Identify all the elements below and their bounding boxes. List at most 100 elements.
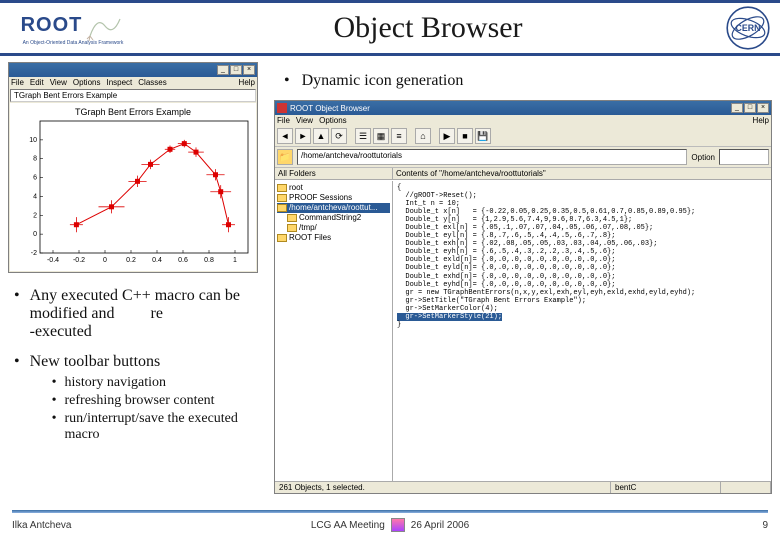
menu-inspect[interactable]: Inspect — [106, 78, 132, 87]
graph-window: _ □ × File Edit View Options Inspect Cla… — [8, 62, 258, 273]
folder-icon: 📁 — [277, 149, 293, 165]
slide-footer: Ilka Antcheva LCG AA Meeting 26 April 20… — [0, 510, 780, 540]
tree-item[interactable]: /home/antcheva/roottut... — [277, 203, 390, 213]
forward-button[interactable]: ► — [295, 128, 311, 144]
svg-text:0.2: 0.2 — [126, 257, 136, 264]
bullet-dynamic-icon: Dynamic icon generation — [284, 72, 772, 90]
svg-text:0.6: 0.6 — [178, 257, 188, 264]
folder-icon — [287, 214, 297, 222]
tree-item[interactable]: PROOF Sessions — [277, 193, 390, 203]
svg-text:TGraph Bent Errors Example: TGraph Bent Errors Example — [75, 107, 191, 117]
object-browser-window: ROOT Object Browser _ □ × File View Opti… — [274, 100, 772, 494]
home-icon[interactable]: ⌂ — [415, 128, 431, 144]
menu-classes[interactable]: Classes — [138, 78, 166, 87]
content-pane-header: Contents of "/home/antcheva/roottutorial… — [393, 168, 771, 179]
maximize-icon[interactable]: □ — [744, 103, 756, 113]
close-icon[interactable]: × — [757, 103, 769, 113]
footer-date: 26 April 2006 — [411, 520, 469, 531]
tree-pane-header: All Folders — [275, 168, 393, 179]
address-input[interactable]: /home/antcheva/roottutorials — [297, 149, 687, 165]
footer-meeting: LCG AA Meeting — [311, 520, 385, 531]
svg-text:CERN: CERN — [736, 23, 761, 33]
slide-header: ROOT An Object-Oriented Data Analysis Fr… — [0, 0, 780, 56]
icon-view-icon[interactable]: ▦ — [373, 128, 389, 144]
subbullet-history: history navigation — [52, 375, 266, 391]
graph-menubar: File Edit View Options Inspect Classes H… — [9, 77, 257, 88]
maximize-icon[interactable]: □ — [230, 65, 242, 75]
footer-author: Ilka Antcheva — [12, 520, 264, 531]
option-input[interactable] — [719, 149, 769, 165]
page-title: Object Browser — [140, 11, 716, 45]
menu-file[interactable]: File — [277, 116, 290, 125]
refresh-button[interactable]: ⟳ — [331, 128, 347, 144]
menu-view[interactable]: View — [296, 116, 313, 125]
folder-tree[interactable]: rootPROOF Sessions/home/antcheva/roottut… — [275, 181, 393, 481]
browser-titlebar: ROOT Object Browser _ □ × — [275, 101, 771, 115]
svg-text:0: 0 — [103, 257, 107, 264]
menu-file[interactable]: File — [11, 78, 24, 87]
svg-text:2: 2 — [33, 212, 37, 219]
menu-help[interactable]: Help — [239, 78, 255, 87]
svg-text:-0.4: -0.4 — [47, 257, 59, 264]
subbullet-refresh: refreshing browser content — [52, 393, 266, 409]
lcg-icon — [391, 518, 405, 532]
close-icon[interactable]: × — [243, 65, 255, 75]
app-icon — [277, 103, 287, 113]
svg-text:4: 4 — [33, 193, 37, 200]
status-objects: 261 Objects, 1 selected. — [275, 482, 611, 493]
svg-text:10: 10 — [29, 137, 37, 144]
graph-titlebar: _ □ × — [9, 63, 257, 77]
root-logo: ROOT An Object-Oriented Data Analysis Fr… — [0, 3, 140, 53]
left-bullets: Any executed C++ macro can be modified a… — [8, 287, 266, 457]
interrupt-button[interactable]: ■ — [457, 128, 473, 144]
tree-item[interactable]: root — [277, 183, 390, 193]
svg-text:8: 8 — [33, 156, 37, 163]
svg-text:-0.2: -0.2 — [73, 257, 85, 264]
canvas-title-box: TGraph Bent Errors Example — [10, 89, 256, 102]
svg-text:1: 1 — [233, 257, 237, 264]
bullet-toolbar: New toolbar buttons history navigation r… — [14, 353, 266, 445]
menu-options[interactable]: Options — [319, 116, 347, 125]
tree-item[interactable]: /tmp/ — [277, 223, 390, 233]
svg-text:-2: -2 — [31, 250, 37, 257]
status-selection: bentC — [611, 482, 721, 493]
root-logo-text: ROOT — [21, 14, 83, 37]
status-extra — [721, 482, 771, 493]
svg-text:0.4: 0.4 — [152, 257, 162, 264]
browser-statusbar: 261 Objects, 1 selected. bentC — [275, 481, 771, 493]
menu-options[interactable]: Options — [73, 78, 101, 87]
menu-edit[interactable]: Edit — [30, 78, 44, 87]
bullet-macro: Any executed C++ macro can be modified a… — [14, 287, 266, 341]
save-macro-button[interactable]: 💾 — [475, 128, 491, 144]
menu-help[interactable]: Help — [753, 116, 769, 125]
root-tree-icon — [85, 11, 125, 41]
browser-addressbar: 📁 /home/antcheva/roottutorials Option — [275, 147, 771, 168]
folder-icon — [277, 204, 287, 212]
list-view-icon[interactable]: ☰ — [355, 128, 371, 144]
svg-text:0: 0 — [33, 231, 37, 238]
tree-item[interactable]: CommandString2 — [277, 213, 390, 223]
svg-text:6: 6 — [33, 175, 37, 182]
back-button[interactable]: ◄ — [277, 128, 293, 144]
folder-icon — [277, 184, 287, 192]
up-button[interactable]: ▲ — [313, 128, 329, 144]
cern-logo: CERN — [716, 3, 780, 53]
macro-code-view[interactable]: { //gROOT->Reset(); Int_t n = 10; Double… — [393, 181, 771, 481]
plot-area: TGraph Bent Errors Example -0.4 -0.2 0 0.2 0.… — [10, 103, 256, 271]
browser-menubar: File View Options Help — [275, 115, 771, 126]
option-label: Option — [691, 153, 715, 162]
browser-toolbar: ◄ ► ▲ ⟳ ☰ ▦ ≡ ⌂ ▶ ■ 💾 — [275, 126, 771, 147]
folder-icon — [287, 224, 297, 232]
tree-item[interactable]: ROOT Files — [277, 233, 390, 243]
browser-title: ROOT Object Browser — [290, 104, 370, 113]
run-macro-button[interactable]: ▶ — [439, 128, 455, 144]
subbullet-run: run/interrupt/save the executed macro — [52, 411, 266, 443]
footer-page-number: 9 — [516, 520, 768, 531]
folder-icon — [277, 194, 287, 202]
svg-text:0.8: 0.8 — [204, 257, 214, 264]
minimize-icon[interactable]: _ — [217, 65, 229, 75]
folder-icon — [277, 234, 287, 242]
detail-view-icon[interactable]: ≡ — [391, 128, 407, 144]
menu-view[interactable]: View — [50, 78, 67, 87]
minimize-icon[interactable]: _ — [731, 103, 743, 113]
